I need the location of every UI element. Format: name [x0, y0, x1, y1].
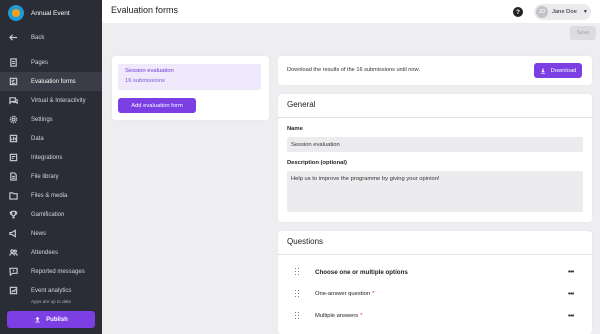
form-submissions: 16 submissions	[125, 78, 165, 84]
user-name: Jane Doe	[552, 9, 577, 15]
save-button[interactable]: Save	[570, 26, 596, 40]
download-card: Download the results of the 16 submissio…	[278, 56, 592, 85]
sidebar-item-evaluation-forms[interactable]: Evaluation forms	[0, 72, 102, 91]
file-icon	[9, 172, 18, 181]
sidebar-item-label: Integrations	[31, 154, 63, 161]
questions-title: Questions	[287, 237, 324, 246]
evaluation-icon	[9, 77, 18, 86]
user-menu[interactable]: JD Jane Doe ▼	[534, 4, 591, 20]
sidebar-item-label: Data	[31, 135, 44, 142]
divider	[278, 117, 592, 118]
integrations-icon	[9, 153, 18, 162]
publish-button[interactable]: Publish	[7, 311, 95, 328]
download-button[interactable]: Download	[534, 63, 582, 78]
arrow-left-icon	[9, 33, 18, 42]
question-text: Multiple answers *	[315, 313, 362, 319]
sidebar-item-label: File library	[31, 173, 59, 180]
sidebar-item-pages[interactable]: Pages	[0, 53, 102, 72]
more-options-icon[interactable]: •••	[568, 313, 574, 320]
more-options-icon[interactable]: •••	[568, 291, 574, 298]
sidebar-header: Annual Event	[0, 0, 102, 26]
download-label: Download	[550, 67, 577, 74]
event-logo	[8, 5, 24, 21]
required-mark: *	[372, 291, 375, 297]
name-field[interactable]: Session evaluation	[287, 137, 583, 152]
report-icon	[9, 267, 18, 276]
sidebar-item-label: Gamification	[31, 211, 65, 218]
publish-label: Publish	[46, 316, 68, 323]
analytics-icon	[9, 286, 18, 295]
sidebar-item-attendees[interactable]: Attendees	[0, 243, 102, 262]
drag-handle-icon[interactable]	[295, 312, 300, 320]
people-icon	[9, 248, 18, 257]
questions-section: Questions Choose one or multiple options…	[278, 231, 592, 334]
sidebar-item-label: Pages	[31, 59, 49, 66]
page-title: Evaluation forms	[111, 5, 179, 15]
upload-icon	[35, 316, 40, 323]
add-evaluation-form-button[interactable]: Add evaluation form	[118, 98, 196, 113]
sidebar-item-label: Settings	[31, 116, 53, 123]
question-label: One-answer question	[315, 291, 371, 297]
download-icon	[540, 68, 545, 74]
description-field[interactable]: Help us to improve the programme by givi…	[287, 171, 583, 212]
sidebar-item-label: Evaluation forms	[31, 78, 76, 85]
question-label: Multiple answers	[315, 313, 359, 319]
sidebar-item-label: Virtual & Interactivity	[31, 97, 86, 104]
sidebar-item-label: Files & media	[31, 192, 68, 199]
gear-icon	[9, 115, 18, 124]
evaluation-forms-list: Session evaluation 16 submissions Add ev…	[112, 56, 269, 120]
question-row[interactable]: Choose one or multiple options •••	[278, 265, 592, 279]
sidebar-item-integrations[interactable]: Integrations	[0, 148, 102, 167]
sidebar-item-reported-messages[interactable]: Reported messages	[0, 262, 102, 281]
list-item[interactable]: Session evaluation 16 submissions	[118, 64, 261, 90]
sidebar: Annual Event Back Pages Evaluation forms…	[0, 0, 102, 334]
back-label: Back	[31, 34, 45, 41]
sidebar-item-label: News	[31, 230, 47, 237]
sidebar-item-files-media[interactable]: Files & media	[0, 186, 102, 205]
more-options-icon[interactable]: •••	[568, 269, 574, 276]
general-section: General Name Session evaluation Descript…	[278, 94, 592, 222]
trophy-icon	[9, 210, 18, 219]
form-name: Session evaluation	[125, 68, 174, 74]
update-status: Apps are up to date	[30, 299, 72, 304]
sidebar-item-virtual-interactivity[interactable]: Virtual & Interactivity	[0, 91, 102, 110]
sidebar-item-event-analytics[interactable]: Event analytics	[0, 281, 102, 300]
required-mark: *	[360, 313, 363, 319]
drag-handle-icon[interactable]	[295, 268, 300, 276]
sidebar-item-news[interactable]: News	[0, 224, 102, 243]
sidebar-item-data[interactable]: Data	[0, 129, 102, 148]
sidebar-item-label: Reported messages	[31, 268, 85, 275]
help-icon[interactable]: ?	[513, 7, 523, 17]
chat-icon	[9, 96, 18, 105]
back-button[interactable]: Back	[0, 28, 102, 47]
database-icon	[9, 134, 18, 143]
sidebar-item-settings[interactable]: Settings	[0, 110, 102, 129]
sidebar-item-label: Event analytics	[31, 287, 72, 294]
download-text: Download the results of the 16 submissio…	[287, 67, 420, 73]
event-name: Annual Event	[31, 9, 70, 17]
chevron-down-icon: ▼	[582, 9, 588, 15]
sidebar-item-gamification[interactable]: Gamification	[0, 205, 102, 224]
drag-handle-icon[interactable]	[295, 290, 300, 298]
news-icon	[9, 229, 18, 238]
name-label: Name	[287, 126, 303, 132]
question-text: One-answer question *	[315, 291, 374, 297]
pages-icon	[9, 58, 18, 67]
question-row[interactable]: One-answer question * •••	[278, 287, 592, 301]
top-bar: Evaluation forms ? JD Jane Doe ▼	[102, 0, 600, 23]
general-title: General	[287, 100, 316, 109]
sidebar-item-label: Attendees	[31, 249, 59, 256]
divider	[278, 254, 592, 255]
question-text: Choose one or multiple options	[315, 268, 408, 276]
media-icon	[9, 191, 18, 200]
description-label: Description (optional)	[287, 160, 347, 166]
avatar: JD	[536, 6, 548, 18]
question-row[interactable]: Multiple answers * •••	[278, 309, 592, 323]
sidebar-item-file-library[interactable]: File library	[0, 167, 102, 186]
